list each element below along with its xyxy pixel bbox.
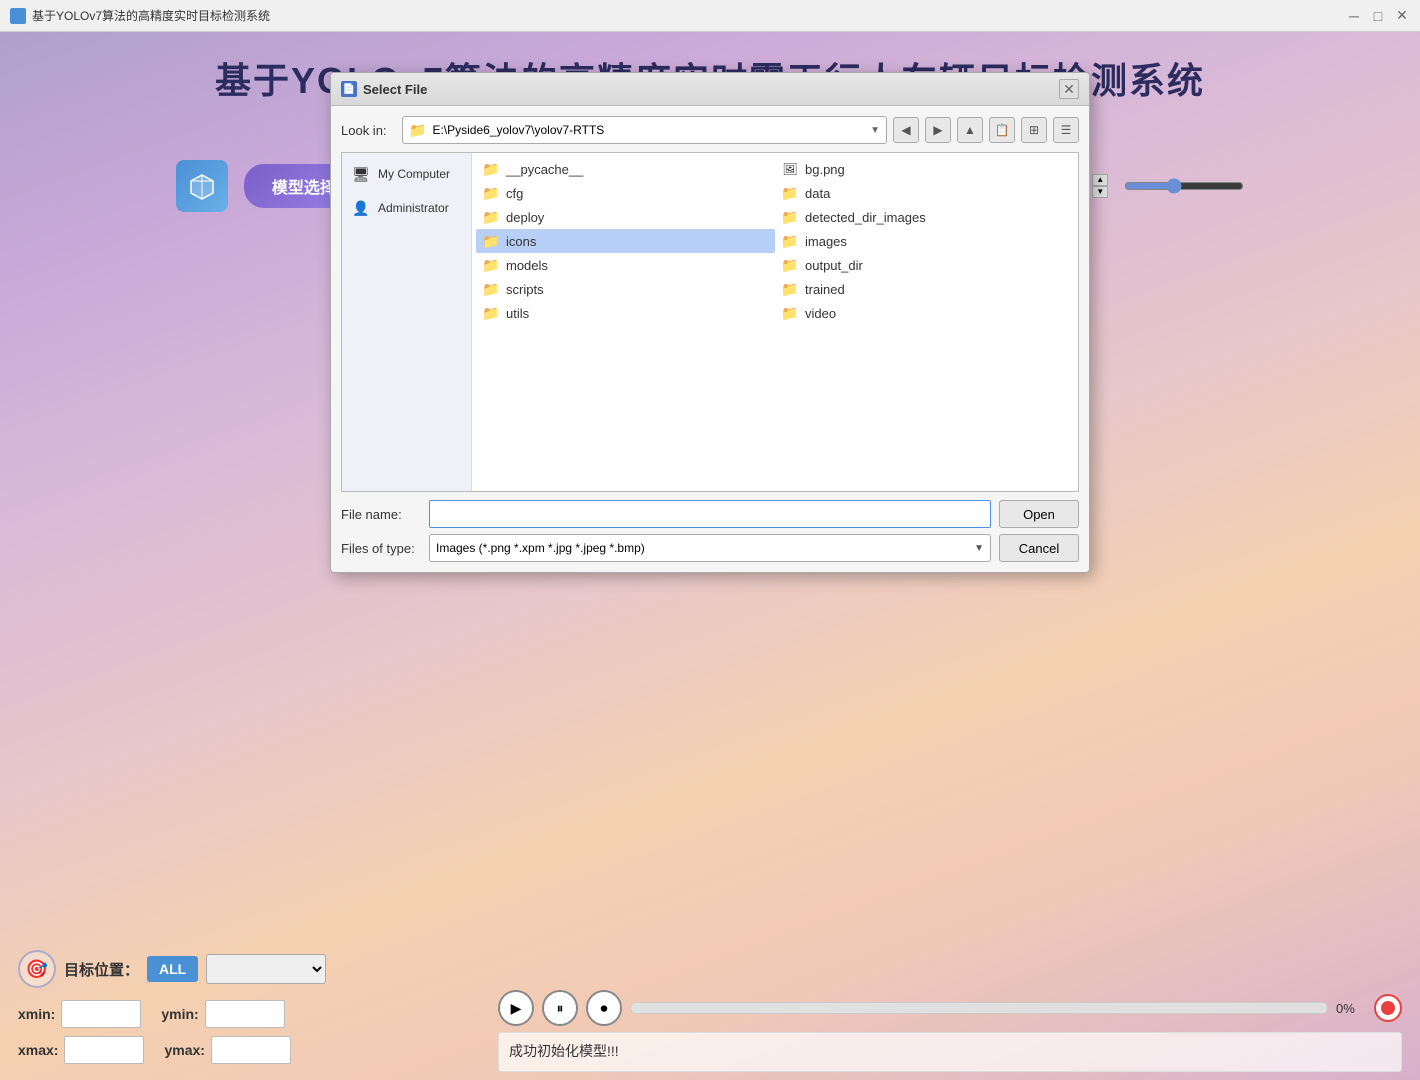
file-name: detected_dir_images xyxy=(805,210,926,225)
folder-icon: 📁 xyxy=(781,232,799,250)
folder-icon: 📁 xyxy=(781,304,799,322)
filename-input[interactable] xyxy=(429,500,991,528)
file-name: bg.png xyxy=(805,162,845,177)
file-name: icons xyxy=(506,234,536,249)
file-name: video xyxy=(805,306,836,321)
file-item-detected-dir-images[interactable]: 📁 detected_dir_images xyxy=(775,205,1074,229)
file-item-images[interactable]: 📁 images xyxy=(775,229,1074,253)
folder-icon: 📁 xyxy=(482,280,500,298)
dialog-close-button[interactable]: ✕ xyxy=(1059,79,1079,99)
dialog-overlay: 📄 Select File ✕ Look in: 📁 E:\Pyside6_yo… xyxy=(0,32,1420,1080)
open-button[interactable]: Open xyxy=(999,500,1079,528)
select-file-dialog: 📄 Select File ✕ Look in: 📁 E:\Pyside6_yo… xyxy=(330,72,1090,573)
file-item-data[interactable]: 📁 data xyxy=(775,181,1074,205)
file-name: models xyxy=(506,258,548,273)
look-in-path: E:\Pyside6_yolov7\yolov7-RTTS xyxy=(432,123,870,137)
file-name: data xyxy=(805,186,830,201)
file-name: cfg xyxy=(506,186,523,201)
close-button[interactable]: ✕ xyxy=(1394,8,1410,24)
nav-recent-button[interactable]: 📋 xyxy=(989,117,1015,143)
nav-list-view-button[interactable]: ☰ xyxy=(1053,117,1079,143)
title-bar-controls: ─ □ ✕ xyxy=(1346,8,1410,24)
folder-icon: 📁 xyxy=(482,184,500,202)
filetype-row: Files of type: Images (*.png *.xpm *.jpg… xyxy=(341,534,1079,562)
place-my-computer[interactable]: 🖥 My Computer xyxy=(342,157,471,191)
look-in-row: Look in: 📁 E:\Pyside6_yolov7\yolov7-RTTS… xyxy=(341,116,1079,144)
file-item-models[interactable]: 📁 models xyxy=(476,253,775,277)
dialog-icon: 📄 xyxy=(341,81,357,97)
minimize-button[interactable]: ─ xyxy=(1346,8,1362,24)
user-icon: 👤 xyxy=(350,197,372,219)
filename-label: File name: xyxy=(341,507,421,522)
folder-icon: 📁 xyxy=(781,184,799,202)
title-bar: 基于YOLOv7算法的高精度实时目标检测系统 ─ □ ✕ xyxy=(0,0,1420,32)
place-admin-label: Administrator xyxy=(378,201,449,215)
filename-row: File name: Open xyxy=(341,500,1079,528)
file-name: deploy xyxy=(506,210,544,225)
folder-icon: 📁 xyxy=(482,160,500,178)
maximize-button[interactable]: □ xyxy=(1370,8,1386,24)
file-name: trained xyxy=(805,282,845,297)
file-item-video[interactable]: 📁 video xyxy=(775,301,1074,325)
folder-icon: 📁 xyxy=(482,232,500,250)
image-file-icon: 🖼 xyxy=(781,160,799,178)
filetype-label: Files of type: xyxy=(341,541,421,556)
file-item-pycache[interactable]: 📁 __pycache__ xyxy=(476,157,775,181)
place-administrator[interactable]: 👤 Administrator xyxy=(342,191,471,225)
file-places-panel: 🖥 My Computer 👤 Administrator xyxy=(342,153,472,491)
file-item-bgpng[interactable]: 🖼 bg.png xyxy=(775,157,1074,181)
nav-grid-view-button[interactable]: ⊞ xyxy=(1021,117,1047,143)
nav-up-button[interactable]: ▲ xyxy=(957,117,983,143)
folder-icon: 📁 xyxy=(781,256,799,274)
cancel-button[interactable]: Cancel xyxy=(999,534,1079,562)
nav-back-button[interactable]: ◀ xyxy=(893,117,919,143)
look-in-label: Look in: xyxy=(341,123,396,138)
filetype-text: Images (*.png *.xpm *.jpg *.jpeg *.bmp) xyxy=(436,541,974,555)
dialog-title: Select File xyxy=(363,82,1059,97)
computer-icon: 🖥 xyxy=(350,163,372,185)
look-in-combo[interactable]: 📁 E:\Pyside6_yolov7\yolov7-RTTS ▼ xyxy=(402,116,887,144)
dialog-body: Look in: 📁 E:\Pyside6_yolov7\yolov7-RTTS… xyxy=(331,106,1089,572)
title-bar-text: 基于YOLOv7算法的高精度实时目标检测系统 xyxy=(32,7,1346,24)
folder-icon: 📁 xyxy=(482,304,500,322)
look-in-arrow-icon: ▼ xyxy=(870,125,880,136)
folder-icon: 📁 xyxy=(781,208,799,226)
file-item-utils[interactable]: 📁 utils xyxy=(476,301,775,325)
file-browser: 🖥 My Computer 👤 Administrator 📁 xyxy=(341,152,1079,492)
file-item-trained[interactable]: 📁 trained xyxy=(775,277,1074,301)
file-name: output_dir xyxy=(805,258,863,273)
nav-forward-button[interactable]: ▶ xyxy=(925,117,951,143)
file-item-icons[interactable]: 📁 icons xyxy=(476,229,775,253)
file-item-output-dir[interactable]: 📁 output_dir xyxy=(775,253,1074,277)
place-my-computer-label: My Computer xyxy=(378,167,450,181)
folder-icon: 📁 xyxy=(781,280,799,298)
file-item-deploy[interactable]: 📁 deploy xyxy=(476,205,775,229)
file-item-scripts[interactable]: 📁 scripts xyxy=(476,277,775,301)
file-item-cfg[interactable]: 📁 cfg xyxy=(476,181,775,205)
folder-icon: 📁 xyxy=(482,256,500,274)
filetype-arrow-icon: ▼ xyxy=(974,543,984,554)
file-list: 📁 __pycache__ 🖼 bg.png 📁 cfg xyxy=(472,153,1078,491)
dialog-title-bar: 📄 Select File ✕ xyxy=(331,73,1089,106)
app-icon xyxy=(10,8,26,24)
filetype-combo[interactable]: Images (*.png *.xpm *.jpg *.jpeg *.bmp) … xyxy=(429,534,991,562)
folder-icon: 📁 xyxy=(482,208,500,226)
file-name: __pycache__ xyxy=(506,162,583,177)
file-name: scripts xyxy=(506,282,544,297)
file-name: images xyxy=(805,234,847,249)
app-container: 基于YOLOv7算法的高精度实时雾天行人车辆目标检测系统 CSDN： BestS… xyxy=(0,32,1420,1080)
file-name: utils xyxy=(506,306,529,321)
